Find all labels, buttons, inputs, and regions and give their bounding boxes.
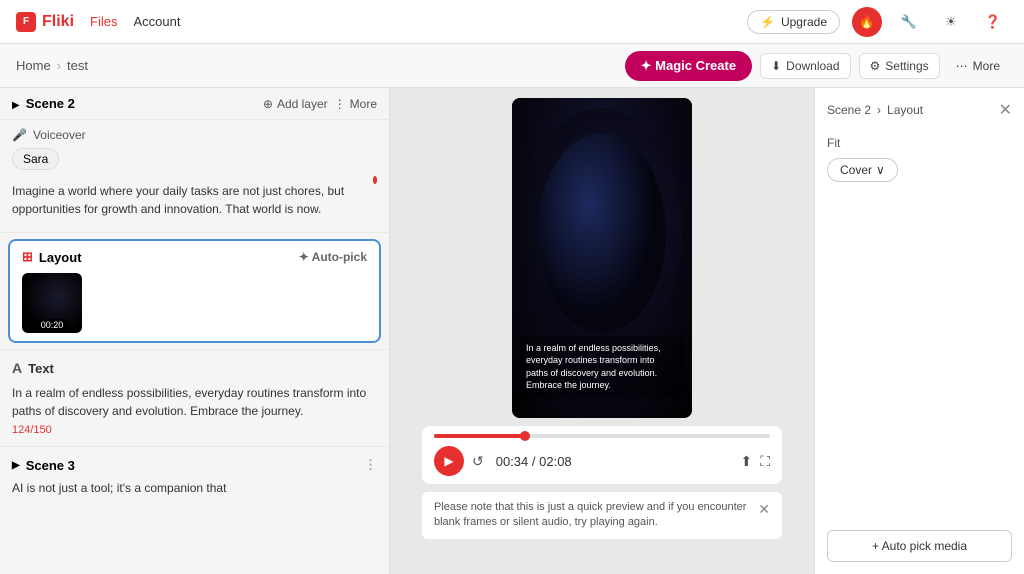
breadcrumb-sep: ›	[57, 58, 61, 73]
mic-icon: 🎤	[12, 128, 27, 142]
video-overlay-text: In a realm of endless possibilities, eve…	[520, 336, 684, 398]
voiceover-label: 🎤 Voiceover	[12, 128, 377, 142]
voiceover-section: 🎤 Voiceover Sara Imagine a world where y…	[0, 120, 389, 233]
right-panel-header: Scene 2 › Layout ✕	[827, 100, 1012, 120]
flame-icon-btn[interactable]: 🔥	[852, 7, 882, 37]
notice-close-button[interactable]: ✕	[758, 500, 770, 520]
sara-speaker-tag[interactable]: Sara	[12, 148, 59, 170]
layout-section[interactable]: ⊞ Layout ✦ Auto-pick 00:20	[8, 239, 381, 343]
progress-fill	[434, 434, 525, 438]
text-icon: A	[12, 360, 22, 376]
progress-track[interactable]	[434, 434, 770, 438]
download-button[interactable]: ⬇ Download	[760, 53, 850, 79]
char-count: 124/150	[12, 424, 377, 436]
nav-right: Upgrade 🔥 🔧 ☀ ❓	[747, 7, 1008, 37]
left-panel: Scene 2 ⊕ Add layer ⋮ More 🎤 Voiceover S…	[0, 88, 390, 574]
play-button[interactable]: ▶	[434, 446, 464, 476]
sun-icon-btn[interactable]: ☀	[936, 7, 966, 37]
video-preview: In a realm of endless possibilities, eve…	[512, 98, 692, 418]
cover-dropdown-button[interactable]: Cover ∨	[827, 158, 898, 182]
fit-label: Fit	[827, 136, 1012, 150]
more-icon: ⋮	[334, 97, 346, 111]
help-icon-btn[interactable]: ❓	[978, 7, 1008, 37]
rp-breadcrumb-sep: ›	[877, 103, 881, 117]
more-dots-icon: ⋯	[956, 59, 968, 73]
logo-icon: F	[16, 12, 36, 32]
layout-duration: 00:20	[37, 319, 68, 331]
right-panel-close-button[interactable]: ✕	[999, 100, 1012, 120]
right-panel-breadcrumb: Scene 2 › Layout	[827, 103, 923, 117]
app-logo[interactable]: F Fliki	[16, 12, 74, 32]
text-content[interactable]: In a realm of endless possibilities, eve…	[12, 384, 377, 420]
playback-bar: ▶ ↺ 00:34 / 02:08 ⬆ ⛶	[422, 426, 782, 484]
top-nav: F Fliki Files Account Upgrade 🔥 🔧 ☀ ❓	[0, 0, 1024, 44]
rp-scene2-label: Scene 2	[827, 103, 871, 117]
scene2-header: Scene 2 ⊕ Add layer ⋮ More	[0, 88, 389, 120]
scene3-title: Scene 3	[26, 458, 75, 473]
magic-create-button[interactable]: ✦ Magic Create	[625, 51, 752, 81]
center-panel: In a realm of endless possibilities, eve…	[390, 88, 814, 574]
scene3-header: ▶ Scene 3 ⋮	[12, 457, 377, 473]
layout-grid-icon: ⊞	[22, 249, 33, 265]
breadcrumb-test[interactable]: test	[67, 58, 88, 73]
add-layer-button[interactable]: ⊕ Add layer	[263, 97, 328, 111]
settings-icon: ⚙	[870, 59, 881, 73]
scene2-title: Scene 2	[26, 96, 257, 111]
scene3-more-icon[interactable]: ⋮	[364, 457, 377, 473]
main-layout: Scene 2 ⊕ Add layer ⋮ More 🎤 Voiceover S…	[0, 88, 1024, 574]
voiceover-text: Imagine a world where your daily tasks a…	[12, 176, 373, 224]
breadcrumb-home[interactable]: Home	[16, 58, 51, 73]
recording-indicator	[373, 176, 377, 184]
expand-icon[interactable]: ⛶	[760, 453, 770, 470]
auto-pick-label[interactable]: ✦ Auto-pick	[299, 250, 367, 264]
settings-button[interactable]: ⚙ Settings	[859, 53, 940, 79]
download-icon: ⬇	[771, 59, 781, 73]
add-layer-icon: ⊕	[263, 97, 273, 111]
scene-play-icon	[12, 96, 20, 111]
replay-button[interactable]: ↺	[472, 453, 484, 470]
breadcrumb: Home › test	[16, 58, 88, 73]
notice-text: Please note that this is just a quick pr…	[434, 500, 750, 531]
progress-thumb	[520, 431, 530, 441]
wrench-icon-btn[interactable]: 🔧	[894, 7, 924, 37]
upgrade-icon	[760, 15, 775, 29]
right-panel: Scene 2 › Layout ✕ Fit Cover ∨ + Auto pi…	[814, 88, 1024, 574]
upgrade-button[interactable]: Upgrade	[747, 10, 840, 34]
text-section-header: A Text	[12, 360, 377, 376]
auto-pick-media-button[interactable]: + Auto pick media	[827, 530, 1012, 562]
layout-header: ⊞ Layout ✦ Auto-pick	[22, 249, 367, 265]
toolbar: Home › test ✦ Magic Create ⬇ Download ⚙ …	[0, 44, 1024, 88]
playback-icons: ⬆ ⛶	[740, 453, 770, 470]
scene3-text: AI is not just a tool; it's a companion …	[12, 479, 377, 497]
notice-bar: Please note that this is just a quick pr…	[422, 492, 782, 539]
toolbar-right: ✦ Magic Create ⬇ Download ⚙ Settings ⋯ M…	[625, 51, 1008, 81]
text-section: A Text In a realm of endless possibiliti…	[0, 349, 389, 446]
share-icon[interactable]: ⬆	[740, 453, 752, 470]
more-button[interactable]: ⋯ More	[948, 54, 1008, 78]
scene2-more-button[interactable]: ⋮ More	[334, 97, 377, 111]
nav-files[interactable]: Files	[90, 14, 117, 29]
layout-thumbnail[interactable]: 00:20	[22, 273, 82, 333]
rp-layout-label: Layout	[887, 103, 923, 117]
scene3-section: ▶ Scene 3 ⋮ AI is not just a tool; it's …	[0, 446, 389, 507]
time-display: 00:34 / 02:08	[496, 454, 733, 469]
chevron-down-icon: ∨	[876, 163, 885, 177]
scene3-play-icon: ▶	[12, 460, 20, 471]
playback-controls: ▶ ↺ 00:34 / 02:08 ⬆ ⛶	[434, 446, 770, 476]
nav-account[interactable]: Account	[133, 14, 180, 29]
